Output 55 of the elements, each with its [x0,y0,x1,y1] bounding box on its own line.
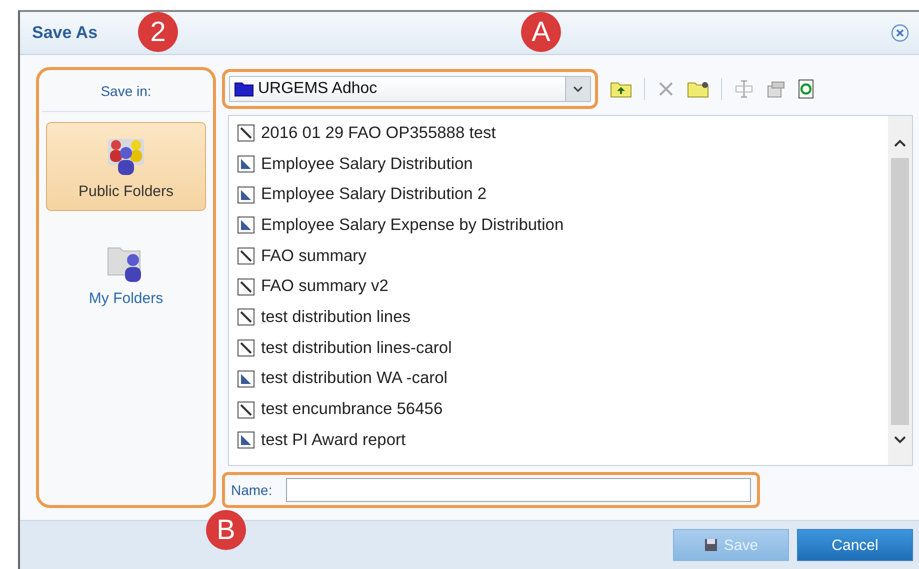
report-icon [237,247,255,266]
name-label: Name: [231,482,272,498]
report-icon [237,124,255,142]
file-name: test distribution lines [261,308,410,327]
chart-icon [237,155,255,174]
file-name: 2016 01 29 FAO OP355888 test [261,124,496,143]
chart-icon [237,370,255,388]
close-icon[interactable] [891,24,909,42]
file-item[interactable]: Employee Salary Distribution [229,148,888,180]
chart-icon [237,431,255,450]
name-input-field[interactable] [286,478,751,502]
file-item[interactable]: Employee Salary Expense by Distribution [229,210,888,241]
properties-icon[interactable] [766,80,786,98]
scroll-down-icon[interactable] [893,435,907,445]
save-in-label: Save in: [42,73,210,112]
file-name: FAO summary v2 [261,277,388,296]
folder-label: Public Folders [78,183,174,200]
report-icon [237,400,255,419]
file-item[interactable]: test PI Award report [229,424,888,456]
refresh-icon[interactable] [798,79,814,99]
file-name: Employee Salary Distribution 2 [261,185,487,204]
file-item[interactable]: FAO summary v2 [229,271,888,302]
folder-label: My Folders [88,290,164,307]
folder-up-icon[interactable] [610,80,632,98]
file-item[interactable]: test distribution WA -carol [229,364,888,394]
file-item[interactable]: Employee Salary Distribution 2 [229,179,888,210]
file-name: test distribution WA -carol [261,369,448,388]
chart-icon [237,216,255,234]
folder-location[interactable]: Public Folders [46,122,206,211]
new-folder-icon[interactable] [687,80,709,98]
scrollbar[interactable] [888,116,912,465]
report-icon [237,308,255,326]
dropdown-value: URGEMS Adhoc [258,80,378,98]
chart-icon [237,186,255,204]
file-name: Employee Salary Distribution [261,154,473,174]
file-name: FAO summary [261,246,366,266]
file-name: test encumbrance 56456 [261,400,443,420]
folder-icon [234,81,254,97]
file-item[interactable]: test distribution lines-carol [229,332,888,364]
report-icon [237,339,255,358]
file-item[interactable]: test distribution lines [229,302,888,333]
scroll-up-icon[interactable] [893,138,907,148]
file-item[interactable]: test encumbrance 56456 [229,394,888,425]
file-name: Employee Salary Expense by Distribution [261,216,564,235]
scrollbar-thumb[interactable] [891,158,909,425]
location-dropdown[interactable]: URGEMS Adhoc [229,76,591,102]
file-item[interactable]: FAO summary [229,240,888,272]
file-item[interactable]: 2016 01 29 FAO OP355888 test [229,118,888,149]
file-name: test distribution lines-carol [261,338,452,358]
delete-icon[interactable] [657,80,675,98]
folder-location[interactable]: My Folders [46,229,206,318]
cancel-button[interactable]: Cancel [797,529,913,561]
window-title: Save As [32,23,98,43]
file-name: test PI Award report [261,430,406,450]
report-icon [237,278,255,296]
